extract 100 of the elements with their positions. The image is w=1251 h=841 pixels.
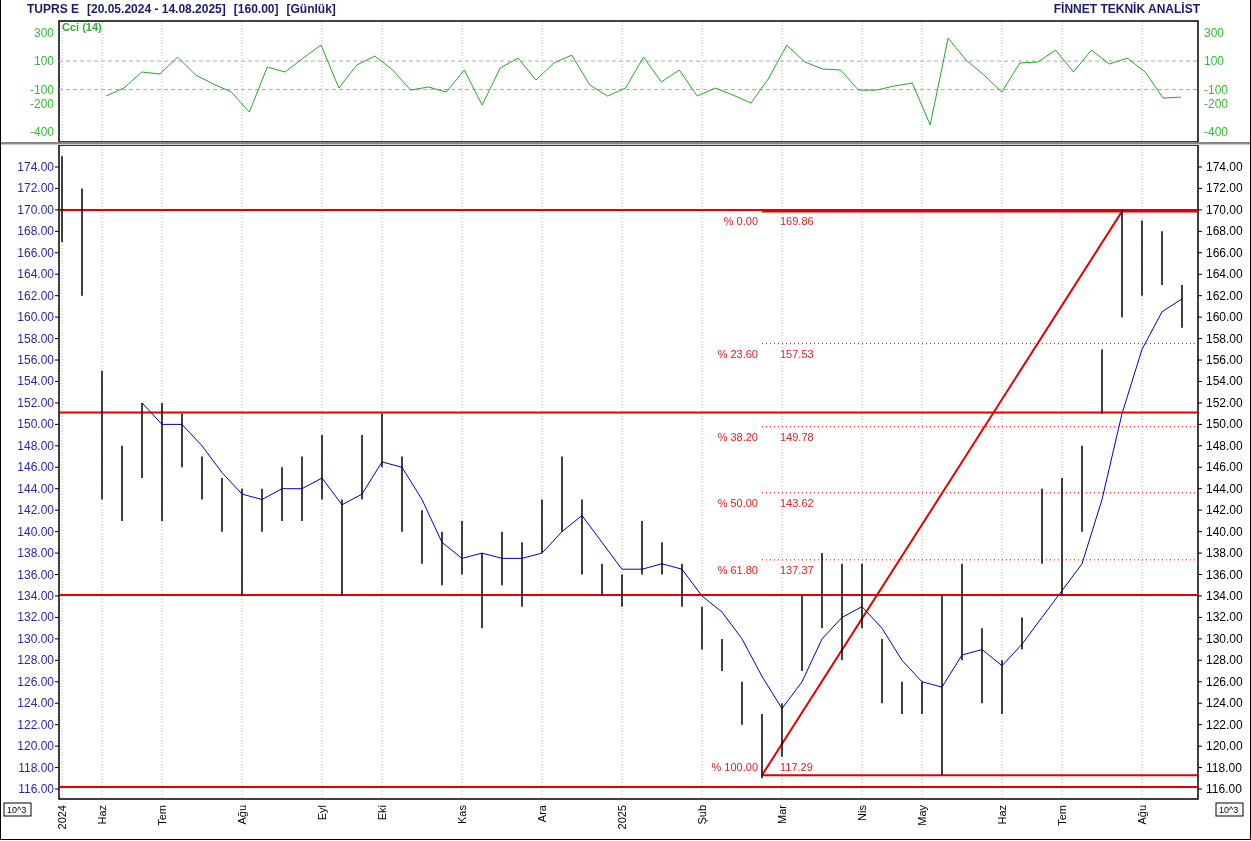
axis-label: 128.00 bbox=[1206, 653, 1243, 668]
date-label: Kas bbox=[456, 805, 468, 824]
axis-label: 168.00 bbox=[1206, 224, 1243, 239]
axis-label: 164.00 bbox=[17, 267, 54, 282]
scale-label: 10^3 bbox=[1215, 802, 1244, 817]
axis-label: 172.00 bbox=[1206, 181, 1243, 196]
fibonacci-value: 169.86 bbox=[780, 215, 814, 228]
axis-label: 124.00 bbox=[17, 696, 54, 711]
axis-label: 154.00 bbox=[1206, 374, 1243, 389]
fibonacci-value: 143.62 bbox=[780, 496, 814, 509]
axis-label: 128.00 bbox=[17, 653, 54, 668]
axis-label: 118.00 bbox=[18, 760, 54, 775]
axis-label: 140.00 bbox=[1206, 524, 1243, 539]
axis-label: 160.00 bbox=[1206, 310, 1243, 325]
axis-label: 156.00 bbox=[1206, 353, 1243, 368]
chart-title: [20.05.2024 - 14.08.2025] bbox=[87, 2, 226, 16]
axis-label: 148.00 bbox=[17, 438, 54, 453]
axis-label: 130.00 bbox=[1206, 631, 1243, 646]
axis-label: 156.00 bbox=[17, 353, 54, 368]
date-label: Tem bbox=[1056, 805, 1068, 826]
axis-label: 120.00 bbox=[17, 739, 54, 754]
date-label: Ağu bbox=[236, 805, 248, 825]
axis-label: 100 bbox=[33, 54, 54, 69]
axis-label: 138.00 bbox=[17, 546, 54, 561]
date-label: 2025 bbox=[616, 805, 628, 830]
axis-label: 120.00 bbox=[1206, 739, 1243, 754]
axis-label: -400 bbox=[29, 125, 54, 140]
date-label: Eki bbox=[376, 805, 388, 821]
axis-label: 146.00 bbox=[1206, 460, 1243, 475]
axis-label: 124.00 bbox=[1206, 696, 1243, 711]
fibonacci-label: % 100.00 bbox=[711, 761, 758, 774]
axis-label: -400 bbox=[1204, 125, 1229, 140]
fibonacci-value: 117.29 bbox=[780, 761, 813, 774]
fibonacci-label: % 50.00 bbox=[717, 496, 758, 509]
axis-label: 166.00 bbox=[1206, 245, 1243, 260]
fibonacci-value: 157.53 bbox=[780, 347, 814, 360]
axis-label: 134.00 bbox=[17, 589, 54, 603]
date-label: May bbox=[916, 805, 928, 826]
axis-label: -100 bbox=[29, 82, 54, 97]
axis-label: 152.00 bbox=[17, 395, 54, 410]
axis-label: 150.00 bbox=[17, 417, 54, 432]
fibonacci-value: 137.37 bbox=[780, 563, 814, 576]
axis-label: 174.00 bbox=[17, 160, 54, 174]
fibonacci-label: % 23.60 bbox=[717, 347, 758, 360]
date-label: Haz bbox=[996, 805, 1008, 825]
axis-label: 170.00 bbox=[1206, 202, 1243, 217]
axis-label: 162.00 bbox=[17, 288, 54, 303]
axis-label: 132.00 bbox=[1206, 610, 1243, 625]
axis-label: 160.00 bbox=[17, 310, 54, 325]
date-label: Ağu bbox=[1136, 805, 1148, 825]
axis-label: 126.00 bbox=[17, 674, 54, 689]
fibonacci-label: % 0.00 bbox=[723, 215, 758, 228]
date-label: Eyl bbox=[316, 805, 328, 821]
axis-label: 132.00 bbox=[17, 610, 54, 625]
axis-label: 174.00 bbox=[1206, 160, 1243, 174]
date-label: 2024 bbox=[56, 805, 68, 830]
axis-label: 134.00 bbox=[1206, 589, 1243, 603]
axis-label: 164.00 bbox=[1206, 267, 1243, 282]
axis-label: 162.00 bbox=[1206, 288, 1243, 303]
axis-label: 172.00 bbox=[17, 181, 54, 196]
axis-label: 300 bbox=[33, 25, 54, 40]
axis-label: 100 bbox=[1204, 54, 1225, 69]
axis-label: 122.00 bbox=[1206, 717, 1243, 732]
date-label: Şub bbox=[696, 805, 708, 825]
axis-label: 144.00 bbox=[1206, 481, 1243, 496]
axis-label: 126.00 bbox=[1206, 674, 1243, 689]
axis-label: 146.00 bbox=[17, 460, 54, 475]
axis-label: -100 bbox=[1204, 82, 1229, 97]
axis-label: 170.00 bbox=[17, 202, 54, 217]
scale-label: 10^3 bbox=[3, 802, 32, 817]
axis-label: 158.00 bbox=[17, 331, 54, 346]
axis-label: 118.00 bbox=[1206, 760, 1242, 775]
brand-label: FİNNET TEKNİK ANALİST bbox=[1053, 2, 1200, 16]
axis-label: 166.00 bbox=[17, 245, 54, 260]
chart-title: [160.00] bbox=[233, 2, 279, 16]
date-label: Nis bbox=[856, 805, 868, 821]
axis-label: 130.00 bbox=[17, 631, 54, 646]
date-label: Mar bbox=[776, 805, 788, 824]
axis-label: 142.00 bbox=[17, 503, 54, 518]
axis-label: 158.00 bbox=[1206, 331, 1243, 346]
axis-label: -200 bbox=[1204, 96, 1229, 111]
axis-label: -200 bbox=[29, 96, 54, 111]
axis-label: 116.00 bbox=[18, 782, 54, 797]
fibonacci-label: % 61.80 bbox=[717, 563, 758, 576]
chart-title: TUPRS E bbox=[27, 2, 79, 16]
axis-label: 142.00 bbox=[1206, 503, 1243, 518]
axis-label: 154.00 bbox=[17, 374, 54, 389]
axis-label: 136.00 bbox=[17, 567, 54, 582]
chart-title: [Günlük] bbox=[286, 2, 336, 16]
axis-label: 144.00 bbox=[17, 481, 54, 496]
date-label: Tem bbox=[156, 805, 168, 826]
date-label: Haz bbox=[96, 805, 108, 825]
axis-label: 150.00 bbox=[1206, 417, 1243, 432]
axis-label: 148.00 bbox=[1206, 438, 1243, 453]
indicator-label: Cci (14) bbox=[62, 21, 102, 33]
fibonacci-value: 149.78 bbox=[780, 430, 814, 443]
axis-label: 168.00 bbox=[17, 224, 54, 239]
axis-label: 116.00 bbox=[1206, 782, 1242, 797]
date-label: Ara bbox=[536, 805, 548, 823]
axis-label: 136.00 bbox=[1206, 567, 1243, 582]
